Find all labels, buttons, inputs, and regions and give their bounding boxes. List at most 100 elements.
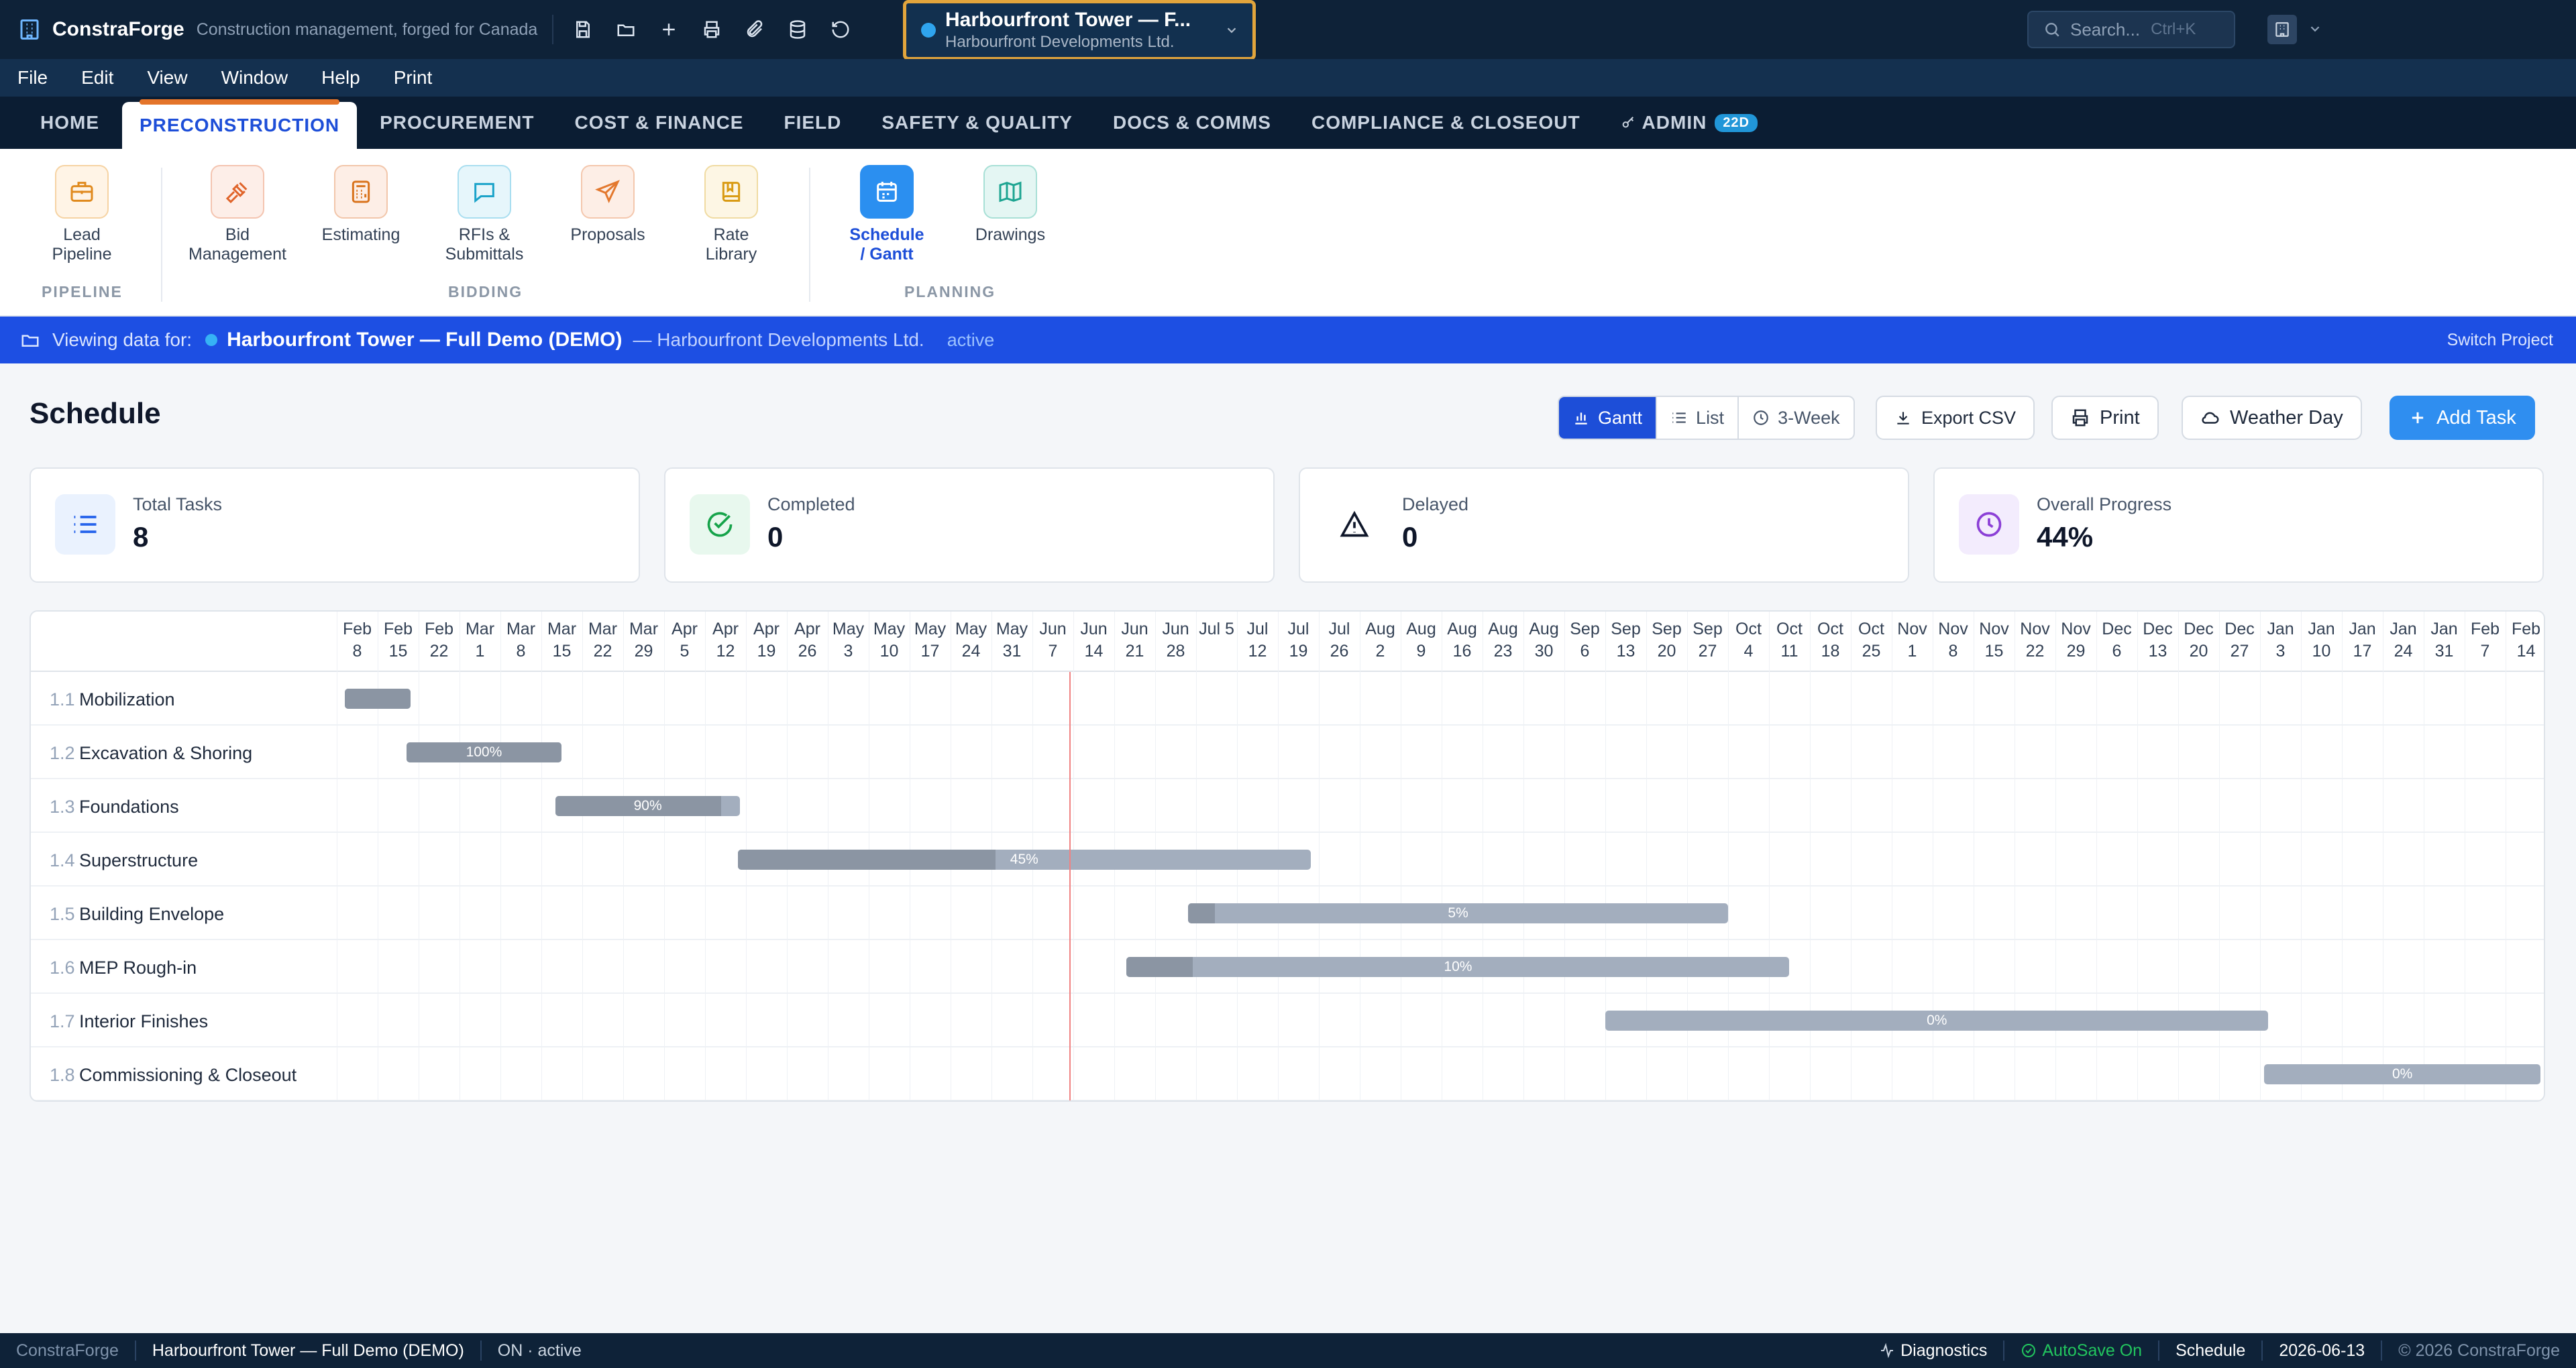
new-icon[interactable] <box>654 15 684 44</box>
attach-icon[interactable] <box>740 15 769 44</box>
ribbon-rfis-submittals[interactable]: RFIs & Submittals <box>417 165 551 264</box>
gantt-week-label: Apr 19 <box>753 620 780 661</box>
task-name: Commissioning & Closeout <box>79 1065 297 1085</box>
gantt-task-row[interactable]: 1.1 Mobilization <box>31 672 2544 726</box>
tab-cost-finance[interactable]: COST & FINANCE <box>557 97 761 149</box>
tab-admin-label: ADMIN <box>1642 112 1707 133</box>
status-date: 2026-06-13 <box>2279 1341 2365 1360</box>
status-state: ON · active <box>497 1341 582 1360</box>
chevron-down-icon[interactable] <box>2308 21 2322 36</box>
gantt-task-row[interactable]: 1.7 Interior Finishes 0% <box>31 994 2544 1047</box>
menu-edit[interactable]: Edit <box>81 67 113 89</box>
tab-safety-quality[interactable]: SAFETY & QUALITY <box>864 97 1090 149</box>
gantt-task-bar[interactable] <box>345 689 411 709</box>
gantt-week-label: Jul 26 <box>1328 620 1350 661</box>
gantt-week-label: Nov 1 <box>1897 620 1927 661</box>
stat-card-total-tasks: Total Tasks 8 <box>30 467 640 583</box>
gantt-week-label: Jul 12 <box>1246 620 1269 661</box>
cloud-icon <box>2200 408 2230 428</box>
gantt-progress-label: 5% <box>1448 905 1468 921</box>
add-task-button[interactable]: Add Task <box>2390 396 2535 440</box>
gantt-task-bar[interactable]: 90% <box>555 796 740 816</box>
diagnostics-button[interactable]: Diagnostics <box>1863 1341 2003 1361</box>
export-csv-button[interactable]: Export CSV <box>1876 396 2035 440</box>
gantt-week-label: Aug 30 <box>1529 620 1559 661</box>
tab-home[interactable]: HOME <box>23 97 117 149</box>
gantt-week-label: Nov 29 <box>2061 620 2091 661</box>
clock-icon <box>1959 494 2019 555</box>
open-folder-icon[interactable] <box>611 15 641 44</box>
chat-icon <box>458 165 511 219</box>
toolbar-divider <box>552 15 554 44</box>
gantt-task-bar[interactable]: 0% <box>2264 1064 2540 1084</box>
menu-help[interactable]: Help <box>321 67 360 89</box>
ribbon-drawings[interactable]: Drawings <box>943 165 1077 245</box>
switch-project-link[interactable]: Switch Project <box>2447 331 2553 350</box>
gantt-week-label: Apr 5 <box>672 620 698 661</box>
project-selector[interactable]: Harbourfront Tower — F... Harbourfront D… <box>903 0 1256 60</box>
send-icon <box>581 165 635 219</box>
gantt-progress-label: 45% <box>1010 852 1038 867</box>
status-copyright: © 2026 ConstraForge <box>2398 1341 2560 1360</box>
ribbon-divider <box>161 168 162 302</box>
tab-preconstruction[interactable]: PRECONSTRUCTION <box>122 99 358 149</box>
gantt-task-row[interactable]: 1.2 Excavation & Shoring 100% <box>31 726 2544 779</box>
gantt-week-label: Feb 7 <box>2470 620 2500 661</box>
tab-field[interactable]: FIELD <box>766 97 859 149</box>
menu-view[interactable]: View <box>147 67 187 89</box>
tab-docs-comms[interactable]: DOCS & COMMS <box>1095 97 1289 149</box>
ribbon-bid-management[interactable]: Bid Management <box>170 165 305 264</box>
gantt-task-bar[interactable]: 10% <box>1126 957 1790 977</box>
banner-client: — Harbourfront Developments Ltd. <box>633 329 924 350</box>
gantt-task-row[interactable]: 1.4 Superstructure 45% <box>31 833 2544 887</box>
ribbon-proposals[interactable]: Proposals <box>541 165 675 245</box>
gantt-week-label: Dec 13 <box>2143 620 2173 661</box>
ribbon: Lead Pipeline PIPELINE Bid Management Es… <box>0 149 2576 317</box>
stat-value: 0 <box>1402 521 1418 553</box>
gantt-task-row[interactable]: 1.3 Foundations 90% <box>31 779 2544 833</box>
autosave-status[interactable]: AutoSave On <box>2004 1341 2158 1361</box>
weather-day-label: Weather Day <box>2230 406 2343 429</box>
stat-card-completed: Completed 0 <box>664 467 1275 583</box>
menu-window[interactable]: Window <box>221 67 288 89</box>
gantt-task-bar[interactable]: 100% <box>406 742 562 762</box>
menu-file[interactable]: File <box>17 67 48 89</box>
tab-admin[interactable]: ADMIN 22D <box>1603 97 1775 149</box>
search-input[interactable]: Search... Ctrl+K <box>2027 11 2235 48</box>
gantt-week-label: Sep 13 <box>1611 620 1641 661</box>
save-icon[interactable] <box>568 15 598 44</box>
gantt-task-row[interactable]: 1.5 Building Envelope 5% <box>31 887 2544 940</box>
menu-print[interactable]: Print <box>394 67 433 89</box>
gantt-task-row[interactable]: 1.8 Commissioning & Closeout 0% <box>31 1047 2544 1100</box>
gantt-progress-fill <box>737 850 996 870</box>
gantt-task-bar[interactable]: 0% <box>1605 1011 2269 1031</box>
ribbon-lead-pipeline[interactable]: Lead Pipeline <box>15 165 149 264</box>
gantt-task-bar[interactable]: 5% <box>1187 903 1728 923</box>
gantt-task-bar[interactable]: 45% <box>737 850 1311 870</box>
gantt-week-label: May 31 <box>996 620 1028 661</box>
print-icon[interactable] <box>697 15 727 44</box>
gantt-week-label: Jan 17 <box>2349 620 2376 661</box>
stat-label: Overall Progress <box>2037 494 2172 514</box>
ribbon-estimating[interactable]: Estimating <box>294 165 428 245</box>
view-gantt-button[interactable]: Gantt <box>1559 397 1658 439</box>
ribbon-schedule-gantt[interactable]: Schedule / Gantt <box>820 165 954 264</box>
tab-compliance-closeout[interactable]: COMPLIANCE & CLOSEOUT <box>1294 97 1598 149</box>
gantt-week-label: Apr 26 <box>794 620 820 661</box>
view-list-button[interactable]: List <box>1657 397 1739 439</box>
tab-procurement[interactable]: PROCUREMENT <box>362 97 551 149</box>
view-3-week-button[interactable]: 3-Week <box>1739 397 1854 439</box>
weather-day-button[interactable]: Weather Day <box>2182 396 2362 440</box>
gantt-week-label: Mar 15 <box>547 620 577 661</box>
database-icon[interactable] <box>783 15 812 44</box>
page-title: Schedule <box>30 397 161 430</box>
gantt-progress-label: 100% <box>466 744 502 760</box>
list-icon <box>1670 409 1696 426</box>
building-icon <box>2273 21 2291 38</box>
workspace-switcher[interactable] <box>2267 15 2297 44</box>
gantt-task-row[interactable]: 1.6 MEP Rough-in 10% <box>31 940 2544 994</box>
refresh-icon[interactable] <box>826 15 855 44</box>
task-number: 1.8 <box>50 1065 75 1085</box>
print-button[interactable]: Print <box>2051 396 2159 440</box>
ribbon-rate-library[interactable]: Rate Library <box>664 165 798 264</box>
